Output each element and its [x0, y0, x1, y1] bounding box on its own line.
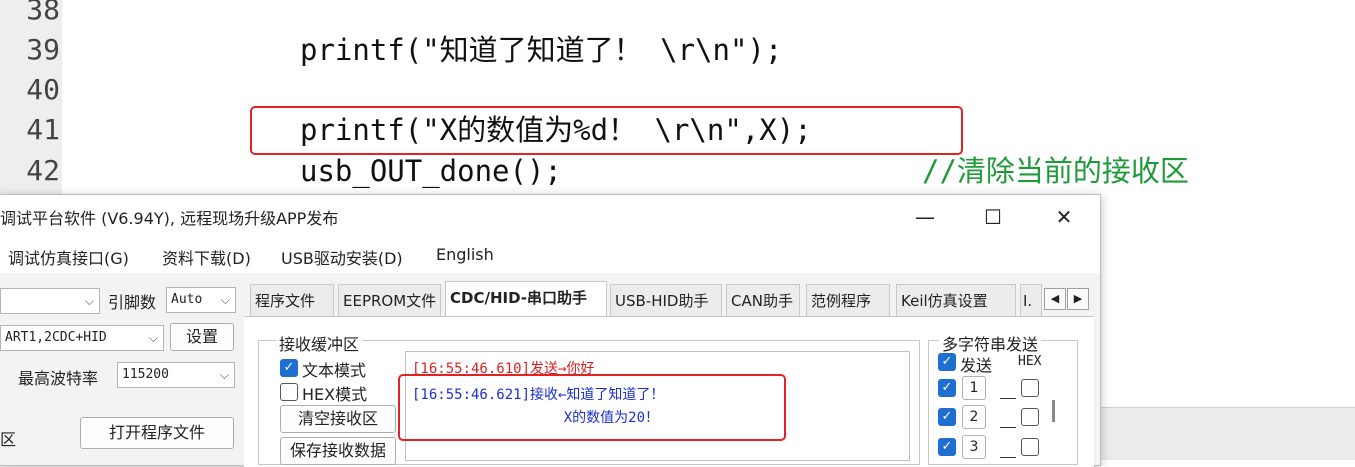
line-number: 39: [26, 33, 60, 66]
code-line[interactable]: usb_OUT_done();: [300, 151, 562, 191]
tab-keil-sim[interactable]: Keil仿真设置: [896, 284, 1016, 316]
tab-examples[interactable]: 范例程序: [806, 284, 890, 316]
clear-receive-button[interactable]: 清空接收区: [280, 405, 396, 433]
tab-scroll-right-icon[interactable]: ▶: [1067, 288, 1089, 310]
line-number: 38: [26, 0, 60, 26]
pin-count-label: 引脚数: [108, 293, 157, 312]
area-label: 区: [0, 430, 17, 449]
line-number: 42: [26, 154, 60, 187]
highlight-box: [250, 106, 963, 155]
menu-english[interactable]: English: [436, 245, 494, 264]
chevron-down-icon: ⌵: [84, 294, 94, 308]
send-row-button[interactable]: 2: [962, 405, 986, 429]
hex-row-checkbox[interactable]: [1021, 379, 1039, 397]
menu-debug-interface[interactable]: 调试仿真接口(G): [8, 245, 129, 269]
settings-button[interactable]: 设置: [170, 323, 234, 351]
receive-buffer-label: 接收缓冲区: [276, 331, 363, 355]
menu-downloads[interactable]: 资料下载(D): [162, 245, 251, 269]
hex-mode-label: HEX模式: [302, 385, 368, 404]
send-column-label: 发送: [960, 356, 993, 375]
max-baud-select[interactable]: 115200 ⌵: [117, 362, 235, 388]
code-comment: //清除当前的接收区: [922, 154, 1189, 188]
port-select-value: ART1,2CDC+HID: [5, 330, 107, 345]
send-row-button[interactable]: 3: [962, 435, 986, 459]
row-separator: [1000, 398, 1016, 399]
hex-row-checkbox[interactable]: [1021, 408, 1039, 426]
pin-count-select[interactable]: Auto ⌵: [166, 287, 236, 313]
open-program-file-button[interactable]: 打开程序文件: [80, 417, 234, 449]
tab-usb-hid[interactable]: USB-HID助手: [610, 284, 722, 316]
max-baud-value: 115200: [122, 367, 169, 382]
save-receive-button[interactable]: 保存接收数据: [280, 437, 396, 465]
send-row-button[interactable]: 1: [962, 376, 986, 400]
chevron-down-icon: ⌵: [219, 368, 229, 382]
highlight-box: [398, 374, 786, 441]
send-row-checkbox[interactable]: ✓: [938, 438, 956, 456]
minimize-button[interactable]: —: [902, 195, 948, 239]
tab-more[interactable]: I.: [1020, 284, 1042, 316]
maximize-button[interactable]: ☐: [970, 195, 1016, 239]
tab-cdc-hid-serial[interactable]: CDC/HID-串口助手: [445, 281, 607, 317]
send-row-checkbox[interactable]: ✓: [938, 379, 956, 397]
send-all-checkbox[interactable]: ✓: [938, 353, 956, 371]
code-line[interactable]: printf("知道了知道了！ \r\n");: [300, 30, 782, 70]
row-separator: [1000, 427, 1016, 428]
row-separator: [1000, 457, 1016, 458]
text-mode-label: 文本模式: [302, 361, 367, 380]
line-number: 40: [26, 73, 60, 106]
line-number: 41: [26, 113, 60, 146]
close-button[interactable]: ✕: [1041, 195, 1087, 239]
title-bar[interactable]: 调试平台软件 (V6.94Y), 远程现场升级APP发布 — ☐ ✕: [0, 195, 1100, 239]
background-panel: [1100, 407, 1355, 460]
pin-count-value: Auto: [171, 292, 203, 307]
chip-select[interactable]: ⌵: [0, 288, 100, 314]
tab-scroll-left-icon[interactable]: ◀: [1044, 288, 1066, 310]
scrollbar-thumb[interactable]: [1052, 400, 1055, 422]
tab-program-file[interactable]: 程序文件: [250, 284, 334, 316]
window-title: 调试平台软件 (V6.94Y), 远程现场升级APP发布: [0, 209, 339, 228]
tab-can[interactable]: CAN助手: [726, 284, 800, 316]
chevron-down-icon: ⌵: [148, 331, 158, 345]
hex-mode-checkbox[interactable]: [280, 383, 298, 401]
max-baud-label: 最高波特率: [18, 369, 99, 388]
chevron-down-icon: ⌵: [220, 293, 230, 307]
text-mode-checkbox[interactable]: ✓: [280, 359, 298, 377]
hex-row-checkbox[interactable]: [1021, 438, 1039, 456]
send-row-checkbox[interactable]: ✓: [938, 408, 956, 426]
menu-usb-driver[interactable]: USB驱动安装(D): [281, 245, 403, 269]
menu-bar: 调试仿真接口(G) 资料下载(D) USB驱动安装(D) English: [0, 239, 1100, 273]
port-select[interactable]: ART1,2CDC+HID ⌵: [0, 325, 164, 351]
hex-column-label: HEX: [1018, 354, 1042, 369]
tab-eeprom-file[interactable]: EEPROM文件: [338, 284, 441, 316]
